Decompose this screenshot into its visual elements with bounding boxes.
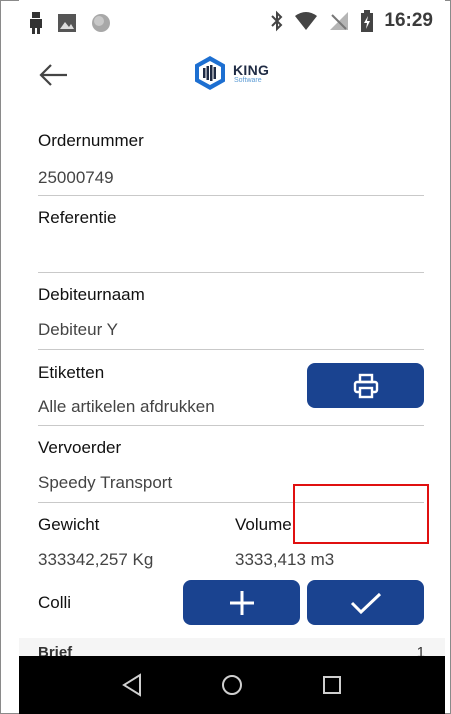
print-button[interactable]: [307, 363, 424, 408]
colli-label: Colli: [38, 593, 72, 612]
vervoerder-label: Vervoerder: [38, 438, 122, 457]
gewicht-label: Gewicht: [38, 515, 100, 534]
status-time: 16:29: [384, 10, 433, 31]
nav-recents-icon[interactable]: [317, 670, 347, 700]
divider: [38, 425, 424, 426]
divider: [38, 195, 424, 196]
king-logo-icon: [195, 56, 225, 90]
volume-label: Volume: [235, 515, 292, 534]
vervoerder-field: Vervoerder: [38, 438, 424, 458]
nav-back-icon[interactable]: [118, 670, 148, 700]
no-signal-icon: [330, 12, 349, 30]
back-arrow-icon[interactable]: [37, 58, 71, 92]
colli-item-count: 1: [416, 644, 425, 656]
debiteurnaam-value-row: Debiteur Y: [38, 320, 424, 340]
debiteurnaam-field: Debiteurnaam: [38, 285, 424, 305]
add-colli-button[interactable]: [183, 580, 300, 625]
plus-icon: [229, 590, 254, 615]
gewicht-value: 333342,257 Kg: [38, 550, 154, 569]
circle-icon: [92, 14, 110, 32]
referentie-input[interactable]: [38, 248, 424, 268]
king-software-logo: KING Software: [191, 54, 269, 92]
checkmark-icon: [350, 592, 381, 614]
debiteurnaam-label: Debiteurnaam: [38, 285, 145, 304]
battery-icon: [361, 10, 374, 32]
app-bar: KING Software: [19, 44, 445, 104]
ordernummer-value-row: 25000749: [38, 168, 424, 188]
highlight-box: [293, 484, 429, 544]
ordernummer-field: Ordernummer: [38, 131, 424, 151]
ordernummer-value: 25000749: [38, 168, 114, 187]
volume-value: 3333,413 m3: [235, 550, 335, 569]
image-icon: [58, 14, 76, 32]
logo-subtitle: Software: [234, 76, 262, 84]
logo-title: KING: [233, 61, 270, 78]
status-left-icons: [29, 12, 111, 34]
debiteurnaam-value: Debiteur Y: [38, 320, 119, 339]
status-bar: 16:29: [19, 0, 445, 44]
colli-item-name: Brief: [38, 644, 73, 656]
referentie-label: Referentie: [38, 208, 117, 227]
person-icon: [30, 12, 42, 34]
printer-icon: [353, 373, 378, 398]
phone-screen: 16:29 KING Software Ordernummer 25000749…: [19, 0, 445, 714]
divider: [38, 349, 424, 350]
colli-list-item[interactable]: Brief 1: [19, 638, 445, 656]
android-nav-bar: [19, 656, 445, 714]
bluetooth-icon: [271, 10, 283, 32]
wifi-icon: [295, 12, 318, 30]
status-right-icons: 16:29: [270, 10, 433, 32]
referentie-field[interactable]: Referentie: [38, 208, 424, 268]
confirm-button[interactable]: [307, 580, 424, 625]
divider: [38, 272, 424, 273]
ordernummer-label: Ordernummer: [38, 131, 144, 150]
nav-home-icon[interactable]: [217, 670, 247, 700]
